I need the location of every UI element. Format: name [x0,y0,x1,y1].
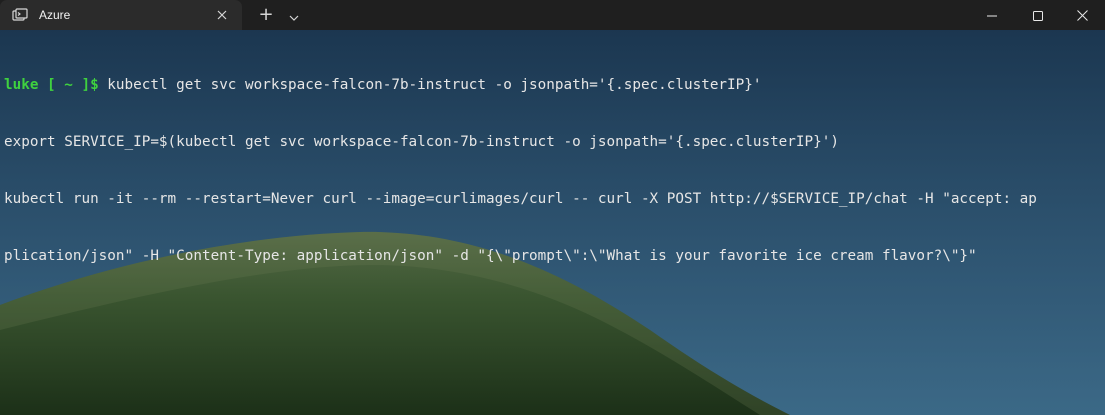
maximize-button[interactable] [1015,0,1061,30]
terminal-pane[interactable]: luke [ ~ ]$ kubectl get svc workspace-fa… [0,30,1105,415]
maximize-icon [1033,6,1043,25]
title-bar: Azure + [0,0,1105,30]
terminal-output: luke [ ~ ]$ kubectl get svc workspace-fa… [4,38,1037,304]
minimize-button[interactable] [969,0,1015,30]
close-icon [1076,6,1088,25]
plus-icon: + [258,4,274,25]
tab-azure[interactable]: Azure [0,0,242,30]
terminal-window: Azure + luke [~]$ kubectl get svc work… [0,0,1105,415]
close-icon[interactable] [214,7,230,23]
command-line-4: plication/json" -H "Content-Type: applic… [4,248,977,264]
close-window-button[interactable] [1059,0,1105,30]
tab-title: Azure [39,8,71,22]
shell-prompt: luke [ ~ ]$ [4,77,99,93]
terminal-app-icon [12,7,28,23]
command-text: kubectl get svc workspace-falcon-7b-inst… [98,77,762,93]
tab-dropdown-button[interactable] [280,0,308,30]
command-line-3: kubectl run -it --rm --restart=Never cur… [4,191,1037,207]
command-line-2: export SERVICE_IP=$(kubectl get svc work… [4,134,839,150]
minimize-icon [987,6,997,25]
new-tab-button[interactable]: + [252,0,280,30]
command-line-1: luke [ ~ ]$ kubectl get svc workspace-fa… [4,76,1037,95]
chevron-down-icon [289,6,299,25]
